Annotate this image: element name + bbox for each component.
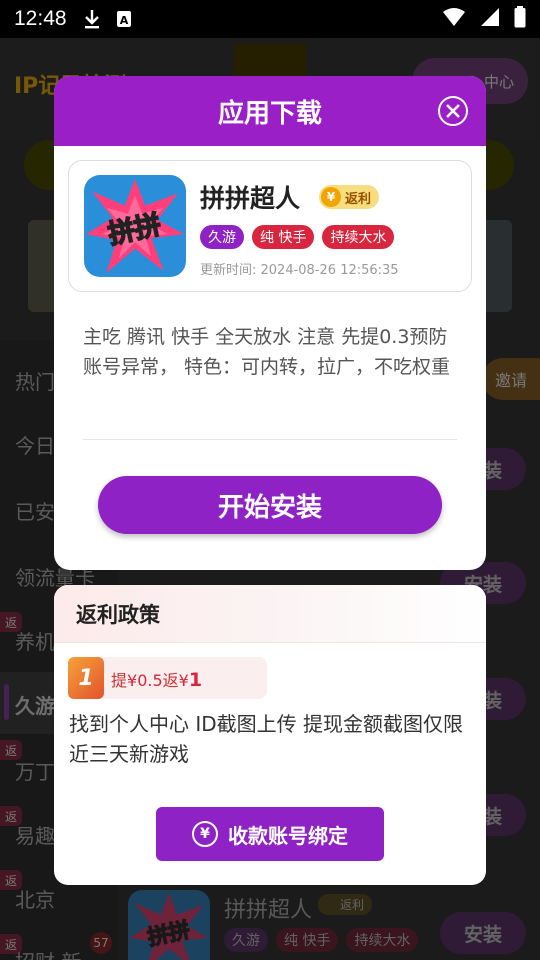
start-install-button[interactable]: 开始安装	[98, 476, 442, 534]
rebate-rule: 1 提¥0.5返¥1	[68, 657, 267, 699]
yuan-icon: ¥	[192, 821, 218, 847]
signal-icon	[480, 7, 500, 32]
coin-icon: ¥	[321, 187, 341, 207]
app-notification-icon: A	[113, 8, 135, 30]
rebate-policy-panel: 返利政策 1 提¥0.5返¥1 找到个人中心 ID截图上传 提现金额截图仅限近三…	[54, 585, 486, 885]
status-bar: 12:48 A	[0, 0, 540, 38]
clock: 12:48	[14, 7, 67, 30]
policy-title: 返利政策	[54, 585, 486, 643]
close-button[interactable]	[438, 96, 468, 126]
rule-text: 提¥0.5返¥1	[111, 669, 203, 691]
rebate-badge: ¥ 返利	[319, 185, 380, 209]
app-icon: 拼拼	[84, 175, 186, 277]
policy-description: 找到个人中心 ID截图上传 提现金额截图仅限近三天新游戏	[69, 712, 464, 766]
dialog-title: 应用下载	[217, 98, 322, 129]
download-icon	[81, 8, 103, 30]
tag-list: 久游 纯 快手 持续大水	[200, 225, 395, 249]
dialog-header: 应用下载	[54, 76, 486, 146]
battery-icon	[514, 5, 526, 33]
bind-payment-account-button[interactable]: ¥ 收款账号绑定	[156, 807, 384, 861]
rule-number: 1	[68, 657, 104, 699]
wifi-icon	[442, 7, 466, 32]
update-time: 更新时间: 2024-08-26 12:56:35	[200, 263, 399, 278]
tag: 久游	[200, 225, 244, 249]
app-info-card: 拼拼 拼拼超人 ¥ 返利 久游 纯 快手 持续大水 更新时间: 2024-08-…	[68, 160, 472, 292]
app-name: 拼拼超人	[200, 184, 301, 213]
download-dialog: 应用下载 拼拼 拼拼超人 ¥ 返利 久游 纯 快手 持续大水 更新时间: 202…	[54, 76, 486, 570]
tag: 纯 快手	[252, 225, 315, 249]
app-description: 主吃 腾讯 快手 全天放水 注意 先提0.3预防账号异常， 特色：可内转，拉广，…	[83, 326, 451, 378]
svg-text:A: A	[119, 14, 128, 27]
close-icon	[446, 104, 460, 118]
divider	[83, 439, 457, 440]
tag: 持续大水	[322, 225, 395, 249]
